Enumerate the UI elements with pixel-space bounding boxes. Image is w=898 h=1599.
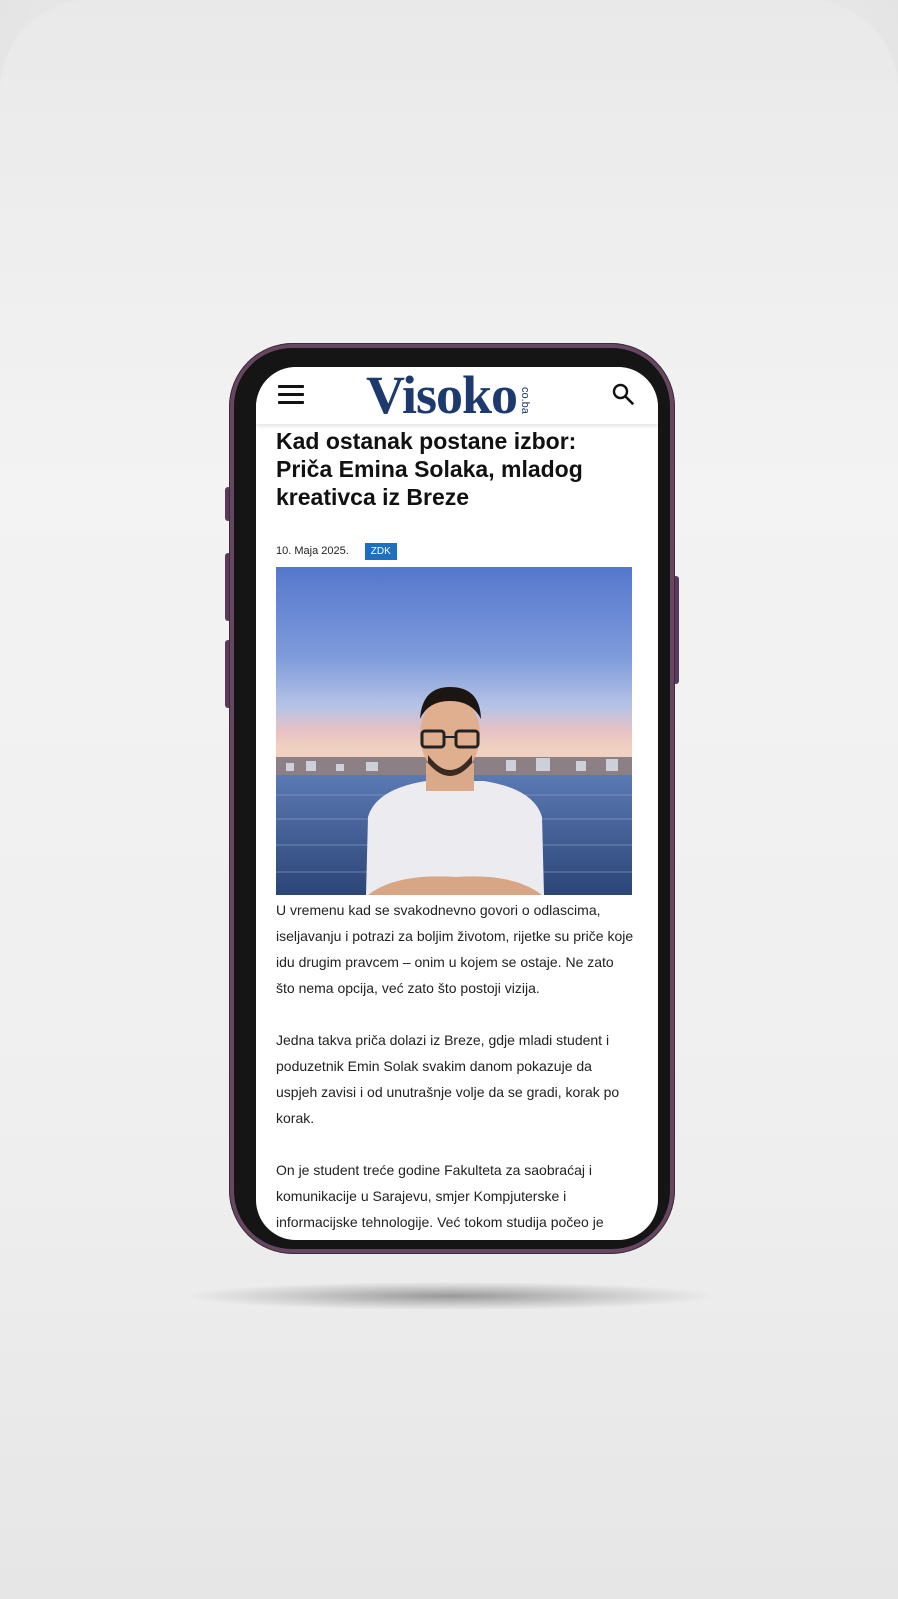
article-hero-image	[276, 567, 632, 895]
category-badge[interactable]: ZDK	[364, 542, 397, 560]
phone-screen: Visoko co.ba Kad ostanak postane izbor: …	[256, 367, 658, 1240]
article-title: Kad ostanak postane izbor: Priča Emina S…	[276, 428, 583, 510]
hamburger-menu-icon[interactable]	[278, 385, 304, 405]
logo-suffix: co.ba	[519, 387, 532, 414]
search-icon[interactable]	[611, 382, 635, 406]
article-paragraph: On je student treće godine Fakulteta za …	[276, 1162, 604, 1230]
logo-text: Visoko	[366, 367, 518, 425]
site-logo[interactable]: Visoko co.ba	[366, 367, 532, 425]
article-paragraph: U vremenu kad se svakodnevno govori o od…	[276, 902, 634, 996]
article-content: Kad ostanak postane izbor: Priča Emina S…	[276, 425, 636, 1240]
site-header: Visoko co.ba	[256, 367, 658, 424]
phone-bezel: Visoko co.ba Kad ostanak postane izbor: …	[234, 348, 670, 1249]
article-paragraph: Jedna takva priča dolazi iz Breze, gdje …	[276, 1032, 620, 1126]
article-date: 10. Maja 2025.	[276, 545, 349, 557]
phone-frame: Visoko co.ba Kad ostanak postane izbor: …	[229, 343, 675, 1254]
phone-shadow	[190, 1282, 710, 1310]
article-meta: 10. Maja 2025. ZDK	[276, 541, 636, 561]
